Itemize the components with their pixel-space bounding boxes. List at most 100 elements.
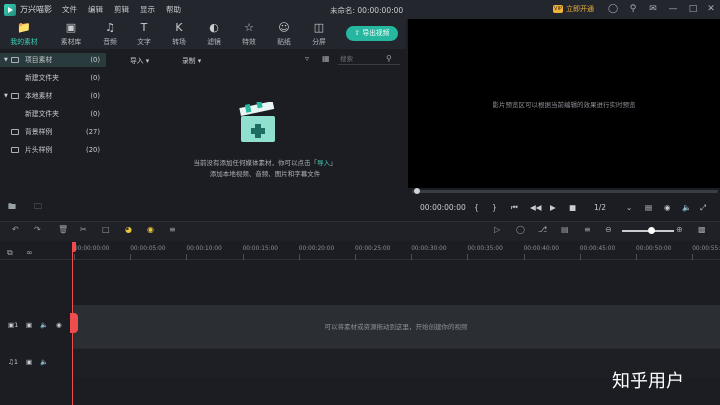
zoom-out-icon[interactable]: ⊖	[605, 225, 612, 235]
minimize-icon[interactable]: —	[668, 4, 678, 14]
tool-library[interactable]: ▣ 素材库	[56, 21, 86, 46]
tree-item-count: (0)	[90, 56, 100, 64]
chevron-down-icon[interactable]: ⌄	[626, 203, 632, 213]
step-back-icon[interactable]: ◀◀	[530, 203, 542, 213]
tree-item-background-samples[interactable]: 背景样例 (27)	[0, 125, 106, 139]
tree-item-count: (27)	[86, 128, 100, 136]
tool-audio[interactable]: ♫ 音频	[95, 21, 125, 46]
tree-item-project-media[interactable]: ▼ 项目素材 (0)	[0, 53, 106, 67]
play-icon[interactable]: ▶	[550, 203, 556, 213]
volume-icon[interactable]: 🔈	[682, 203, 691, 213]
tool-label: 素材库	[60, 38, 82, 46]
ruler-tick	[523, 254, 525, 260]
volume-icon[interactable]: 🔈	[40, 358, 48, 366]
new-folder-icon[interactable]: 🖿	[8, 202, 16, 212]
undo-icon[interactable]: ↶	[12, 225, 19, 235]
filter-icon[interactable]: ▿	[305, 54, 309, 64]
tool-effects[interactable]: ☆ 特效	[234, 21, 264, 46]
snapshot-icon[interactable]: ▤	[645, 203, 652, 213]
close-icon[interactable]: ✕	[706, 4, 716, 14]
shield-icon[interactable]: ◯	[516, 225, 525, 235]
render-icon[interactable]: ▷	[494, 225, 500, 235]
tool-split-screen[interactable]: ◫ 分屏	[304, 21, 334, 46]
redo-icon[interactable]: ↷	[34, 225, 41, 235]
preview-scrubber[interactable]	[412, 190, 718, 193]
tree-item-intro-samples[interactable]: 片头样例 (20)	[0, 143, 106, 157]
adjust-icon[interactable]: ≡	[169, 225, 176, 235]
eye-icon[interactable]: ◉	[56, 321, 62, 329]
maximize-icon[interactable]: □	[688, 4, 698, 14]
empty-media-message: 当前没有添加任何媒体素材，你可以点击「导入」 添加本地视频、音频、图片和字幕文件	[150, 158, 380, 180]
fullscreen-icon[interactable]: ⤢	[700, 203, 706, 213]
import-dropdown[interactable]: 导入 ▾	[130, 55, 149, 65]
expand-arrow-icon[interactable]: ▼	[4, 53, 8, 67]
crop-icon[interactable]: □	[102, 225, 110, 235]
zoom-slider-knob[interactable]	[648, 227, 655, 234]
playhead-grip[interactable]	[70, 313, 78, 333]
grid-view-icon[interactable]: ▦	[322, 54, 330, 64]
mic-icon[interactable]: ⎇	[538, 225, 547, 235]
ruler-tick-label: 00:00:35:00	[467, 246, 503, 252]
menu-clip[interactable]: 剪辑	[114, 4, 129, 15]
preview-quality-select[interactable]: 1/2	[594, 203, 606, 213]
search-help-icon[interactable]: ⚲	[628, 4, 638, 14]
export-video-button[interactable]: ⇧ 导出视频	[346, 26, 398, 41]
track-drop-hint: 可以将素材或资源拖动到这里，开始创建你的视频	[324, 323, 468, 331]
menu-view[interactable]: 显示	[140, 4, 155, 15]
tree-item-local-media[interactable]: ▼ 本地素材 (0)	[0, 89, 106, 103]
tool-label: 文字	[137, 38, 151, 46]
transition-icon: K	[175, 21, 183, 34]
timeline-ruler[interactable]: 00:00:00:00 00:00:05:00 00:00:10:00 00:00:1…	[0, 242, 720, 260]
audio-track-number: 1	[13, 358, 18, 366]
tool-filter[interactable]: ◐ 滤镜	[199, 21, 229, 46]
notification-icon[interactable]: ✉	[648, 4, 658, 14]
volume-icon[interactable]: 🔈	[40, 321, 48, 329]
cut-icon[interactable]: ✂	[80, 225, 87, 235]
menu-help[interactable]: 帮助	[166, 4, 181, 15]
search-placeholder: 搜索	[340, 55, 353, 63]
zoom-in-icon[interactable]: ⊕	[676, 225, 683, 235]
speed-icon[interactable]: ◕	[125, 225, 132, 235]
menu-file[interactable]: 文件	[62, 4, 77, 15]
ruler-tick	[579, 254, 581, 260]
video-track-number: 1	[14, 321, 19, 329]
menu-edit[interactable]: 编辑	[88, 4, 103, 15]
skip-back-icon[interactable]: ⏮	[511, 203, 518, 213]
color-icon[interactable]: ◉	[147, 225, 154, 235]
expand-arrow-icon[interactable]: ▼	[4, 89, 8, 103]
subtitle-icon[interactable]: ▤	[561, 225, 569, 235]
tool-label: 特效	[242, 38, 256, 46]
tree-item-new-folder[interactable]: 新建文件夹 (0)	[0, 71, 106, 85]
record-dropdown[interactable]: 录制 ▾	[182, 55, 201, 65]
document-title: 未命名: 00:00:00:00	[330, 6, 404, 15]
ruler-tick	[692, 254, 694, 260]
mark-in-icon[interactable]: {	[474, 203, 479, 213]
tool-transition[interactable]: K 转场	[164, 21, 194, 46]
account-icon[interactable]: ◯	[608, 4, 618, 14]
stop-icon[interactable]: ■	[569, 203, 576, 213]
ruler-tick-label: 00:00:55:00	[692, 246, 720, 252]
timeline-settings-icon[interactable]: ▩	[698, 225, 706, 235]
tree-item-new-folder[interactable]: 新建文件夹 (0)	[0, 107, 106, 121]
delete-icon[interactable]: 🗑	[58, 225, 68, 235]
tool-text[interactable]: T 文字	[129, 21, 159, 46]
add-track-icon[interactable]: ⧉	[7, 248, 13, 258]
scrubber-knob[interactable]	[414, 188, 420, 194]
ruler-tick	[186, 254, 188, 260]
tool-my-media[interactable]: 📁 我的素材	[9, 21, 39, 46]
vip-button[interactable]: VIP 立即开通	[553, 4, 594, 14]
ruler-tick-label: 00:00:00:00	[74, 246, 110, 252]
link-icon[interactable]: ∞	[26, 248, 33, 258]
empty-import-link[interactable]: 导入	[317, 159, 330, 167]
tool-sticker[interactable]: ☺ 贴纸	[269, 21, 299, 46]
camera-icon[interactable]: ◉	[664, 203, 671, 213]
ruler-tick	[411, 254, 413, 260]
folder-outline-icon[interactable]: 🗀	[34, 202, 42, 212]
tree-item-label: 背景样例	[25, 128, 53, 136]
search-icon[interactable]: ⚲	[386, 54, 392, 64]
audio-mixer-icon[interactable]: ≡	[584, 225, 591, 235]
lock-icon[interactable]: ▣	[26, 358, 32, 366]
ruler-tick-label: 00:00:45:00	[579, 246, 616, 252]
lock-icon[interactable]: ▣	[26, 321, 32, 329]
mark-out-icon[interactable]: }	[492, 203, 497, 213]
